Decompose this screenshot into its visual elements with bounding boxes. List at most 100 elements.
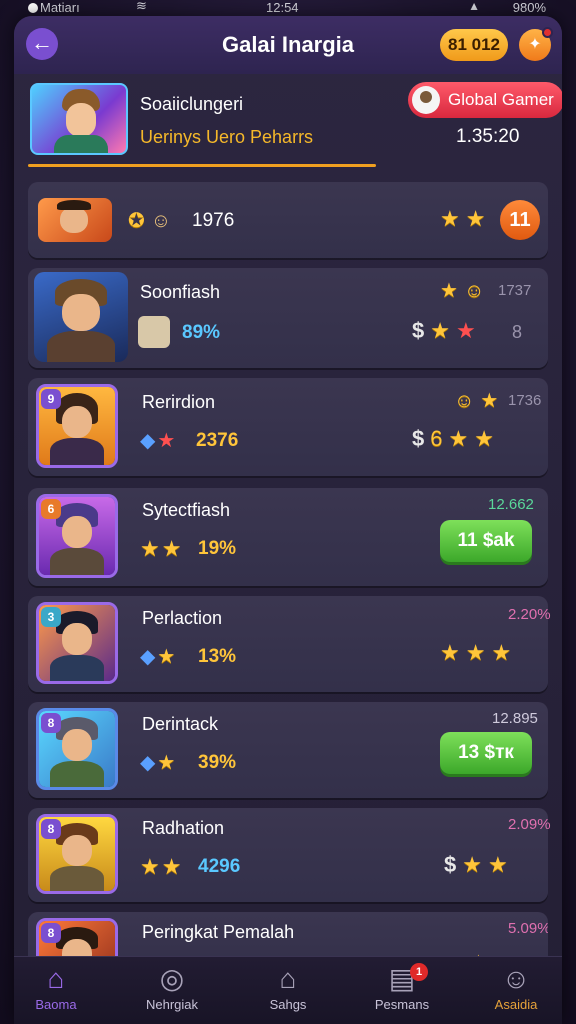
top-bar: ← Galai Inargia 81 012 ✦ [14, 16, 562, 74]
rank-badge: 8 [41, 923, 61, 943]
gem-icons: ◆★ [140, 428, 177, 453]
star-icon: ★ [430, 318, 456, 343]
row-percent: 89% [182, 322, 221, 343]
player-portrait: 9 [36, 384, 118, 468]
coin-icon: 6 [430, 426, 449, 451]
row-score: 2.09% [508, 816, 551, 833]
coin-balance-button[interactable]: 81 012 [440, 29, 508, 61]
row-name: Derintack [142, 714, 219, 734]
dollar-icon: $ [412, 318, 431, 343]
row-name: Rerirdion [142, 392, 216, 412]
gem-icon: ◆ [140, 752, 158, 774]
smiley-icon: ☺ [454, 390, 481, 412]
claim-button[interactable]: 13 $тк [440, 732, 532, 774]
list-item[interactable]: 3 Perlaction ◆★ 13% 2.20% ★★★ [28, 596, 551, 692]
list-item[interactable]: 6 Sytectfiash ★★ 19% 12.662 11 $ak [28, 488, 548, 586]
player-portrait: 8 [36, 814, 118, 894]
player-portrait: 3 [36, 602, 118, 684]
avatar-body [54, 135, 108, 153]
portrait-torso [49, 761, 105, 787]
notification-badge: 1 [410, 963, 428, 981]
nav-item-target[interactable]: ◎ Nehrgiak [122, 961, 222, 1023]
reward-icons: $6★★ [412, 426, 500, 452]
notification-dot-icon [28, 3, 38, 13]
target-icon: ◎ [159, 963, 185, 994]
portrait-face [61, 834, 93, 866]
star-rating: ★★★ [440, 640, 517, 666]
house-icon: ⌂ [279, 963, 297, 994]
star-icon: ★ [462, 852, 488, 877]
list-item[interactable]: Soonfiash 89% ★☺ 1737 $★★ 8 [28, 268, 548, 368]
row-value: 4296 [198, 856, 241, 877]
pause-button[interactable]: 11 [500, 200, 540, 240]
star-icon: ★ [465, 206, 492, 231]
star-icon: ★ [161, 854, 184, 879]
reward-icons: $★★ [444, 852, 514, 878]
star-icon: ★ [440, 640, 466, 665]
emoji-icons: ★☺ [440, 278, 490, 303]
rank-badge: 6 [41, 499, 61, 519]
row-percent: 19% [198, 538, 237, 559]
medal-icons: ✪☺ [128, 208, 177, 233]
row-score: 5.09% [508, 920, 548, 937]
reward-icons: $★★ [412, 318, 482, 344]
row-percent: 39% [198, 752, 237, 773]
avatar [412, 86, 440, 114]
portrait-torso [49, 438, 105, 465]
row-score: 12.662 [488, 496, 534, 513]
star-rating: ★★ [140, 536, 183, 562]
status-bar: Matiarı ≋ 12:54 ▲ 980% [0, 0, 576, 16]
portrait-face [61, 405, 93, 439]
player-summary: Soaiiclungeri Uerinys Uero Peharrs Globa… [28, 82, 562, 168]
row-trail: 8 [512, 322, 523, 342]
player-name: Soaiiclungeri [140, 94, 244, 114]
nav-label: Nehrgiak [145, 997, 199, 1012]
star-burst-icon: ✦ [528, 36, 542, 53]
portrait-face [62, 293, 100, 332]
nav-label: Pesmans [374, 997, 430, 1012]
gem-icon: ◆ [140, 646, 158, 668]
portrait-torso [49, 548, 105, 575]
wifi-icon: ≋ [136, 0, 147, 13]
battery-label: 980% [512, 0, 546, 15]
medal-icon: ✪ [128, 210, 151, 232]
row-score: 12.895 [492, 710, 538, 727]
portrait-hair [57, 199, 92, 211]
row-name: Soonfiash [140, 282, 221, 302]
row-score: 1736 [508, 392, 542, 409]
countdown-timer: 1.35:20 [456, 126, 520, 147]
mini-avatar-icon [138, 316, 170, 348]
nav-item-profile[interactable]: ☺ Asaidia [466, 961, 562, 1023]
global-gamer-button[interactable]: Global Gamer [408, 82, 562, 118]
nav-item-stats[interactable]: ▤ 1 Pesmans [352, 961, 452, 1023]
list-item[interactable]: 8 Derintack ◆★ 39% 12.895 13 $тк [28, 702, 548, 798]
signal-icon: ▲ [468, 0, 480, 13]
player-portrait: 8 [36, 708, 118, 790]
list-item[interactable]: 9 Rerirdion ◆★ 2376 ☺★ 1736 $6★★ [28, 378, 548, 476]
row-value: 2376 [196, 430, 239, 451]
nav-item-home[interactable]: ⌂ Baoma [14, 961, 106, 1023]
portrait-face [61, 729, 93, 762]
gem-icons: ◆★ [140, 644, 177, 669]
portrait-face [61, 515, 93, 549]
carrier-label: Matiarı [40, 0, 80, 15]
row-score: 2.20% [508, 606, 551, 623]
avatar-face [66, 103, 96, 137]
star-rating: ★★ [440, 206, 491, 232]
notification-badge [542, 27, 553, 38]
rank-badge: 9 [41, 389, 61, 409]
nav-label: Asaidia [494, 997, 538, 1012]
portrait-face [61, 623, 93, 656]
rank-badge: 8 [41, 713, 61, 733]
rewards-button[interactable]: ✦ [519, 27, 553, 61]
star-icon: ★ [491, 640, 518, 665]
nav-item-house[interactable]: ⌂ Sahgs [238, 961, 338, 1023]
star-icon: ★ [440, 206, 466, 231]
portrait-torso [49, 655, 105, 681]
list-item[interactable]: ✪☺ 1976 ★★ 11 [28, 182, 548, 258]
claim-button[interactable]: 11 $ak [440, 520, 532, 562]
star-icon: ★ [157, 646, 178, 668]
row-name: Perlaction [142, 608, 223, 628]
hero-avatar[interactable] [30, 83, 128, 155]
list-item[interactable]: 8 Radhation ★★ 4296 2.09% $★★ [28, 808, 551, 902]
